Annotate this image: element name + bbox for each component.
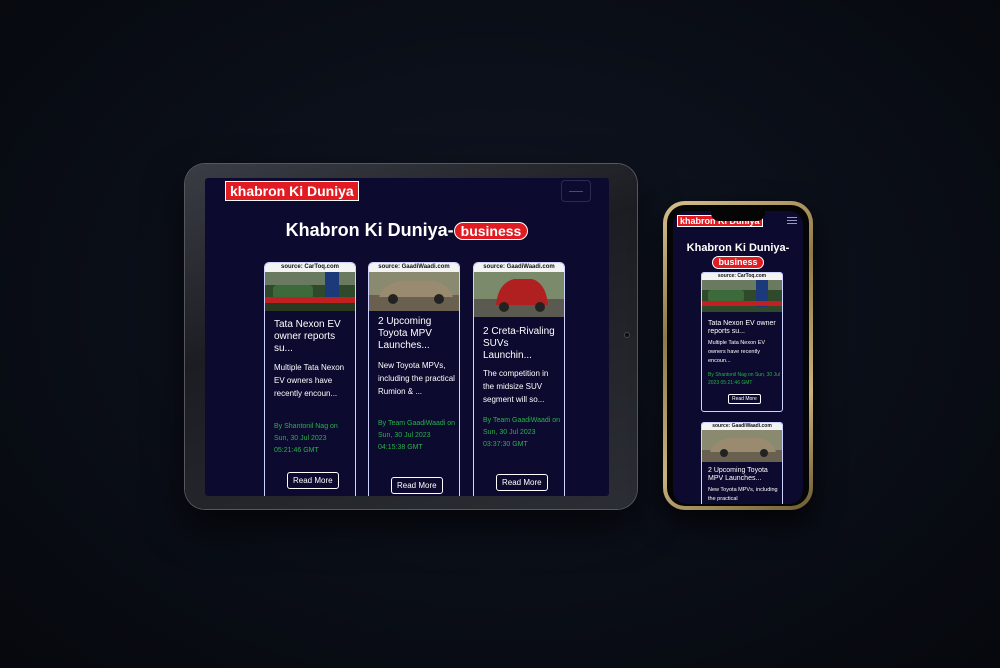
source-label: source: GaadiWaadi.com	[369, 263, 459, 272]
news-image	[369, 267, 459, 311]
card-description: New Toyota MPVs, including the practical	[708, 487, 778, 502]
news-card: source: GaadiWaadi.com 2 Upcoming Toyota…	[368, 262, 460, 496]
source-label: source: GaadiWaadi.com	[702, 423, 782, 430]
card-headline[interactable]: Tata Nexon EV owner reports su...	[708, 320, 779, 336]
site-logo[interactable]: khabron Ki Duniya	[225, 181, 359, 201]
news-image	[474, 267, 564, 317]
page-title: Khabron Ki Duniya-business	[205, 220, 609, 241]
news-card: source: GaadiWaadi.com 2 Upcoming Toyota…	[701, 422, 783, 504]
source-label: source: CarToq.com	[265, 263, 355, 272]
card-meta: By Team GaadiWaadi on Sun, 30 Jul 2023 0…	[483, 417, 561, 448]
tablet-screen: khabron Ki Duniya Khabron Ki Duniya-busi…	[205, 178, 609, 496]
news-card: source: CarToq.com Tata Nexon EV owner r…	[701, 272, 783, 412]
phone-bezel: khabron Ki Duniya Khabron Ki Duniya- bus…	[667, 205, 809, 506]
tablet-device: khabron Ki Duniya Khabron Ki Duniya-busi…	[185, 164, 637, 509]
camera-icon	[624, 332, 630, 338]
read-more-button[interactable]: Read More	[496, 474, 548, 491]
category-badge: business	[453, 222, 529, 241]
page-title-text: Khabron Ki Duniya-	[686, 242, 790, 254]
news-card: source: CarToq.com Tata Nexon EV owner r…	[264, 262, 356, 496]
read-more-button[interactable]: Read More	[391, 477, 443, 494]
news-cards: source: CarToq.com Tata Nexon EV owner r…	[264, 262, 565, 496]
card-headline[interactable]: 2 Creta-Rivaling SUVs Launchin...	[483, 326, 560, 362]
page-title-text: Khabron Ki Duniya-	[285, 220, 454, 240]
phone-screen: khabron Ki Duniya Khabron Ki Duniya- bus…	[673, 211, 803, 504]
news-card: source: GaadiWaadi.com 2 Creta-Rivaling …	[473, 262, 565, 496]
card-meta: By Team GaadiWaadi on Sun, 30 Jul 2023 0…	[378, 420, 456, 451]
phone-device: khabron Ki Duniya Khabron Ki Duniya- bus…	[663, 201, 813, 510]
card-meta: By Shantonil Nag on Sun, 30 Jul 2023 05:…	[708, 372, 780, 386]
read-more-button[interactable]: Read More	[287, 472, 339, 489]
card-description: New Toyota MPVs, including the practical…	[378, 361, 455, 396]
card-meta: By Shantonil Nag on Sun, 30 Jul 2023 05:…	[274, 423, 338, 454]
news-image	[265, 267, 355, 311]
card-headline[interactable]: 2 Upcoming Toyota MPV Launches...	[378, 316, 455, 352]
menu-icon[interactable]	[561, 180, 591, 202]
phone-notch	[711, 211, 765, 221]
news-image	[702, 276, 782, 312]
read-more-button[interactable]: Read More	[728, 394, 761, 404]
source-label: source: CarToq.com	[702, 273, 782, 280]
category-badge: business	[712, 256, 764, 269]
card-description: Multiple Tata Nexon EV owners have recen…	[708, 340, 766, 364]
card-headline[interactable]: Tata Nexon EV owner reports su...	[274, 319, 351, 355]
news-image	[702, 426, 782, 462]
page-title: Khabron Ki Duniya- business	[673, 241, 803, 269]
card-description: Multiple Tata Nexon EV owners have recen…	[274, 363, 345, 398]
card-headline[interactable]: 2 Upcoming Toyota MPV Launches...	[708, 467, 779, 483]
menu-icon[interactable]	[787, 217, 797, 224]
card-description: The competition in the midsize SUV segme…	[483, 369, 549, 404]
source-label: source: GaadiWaadi.com	[474, 263, 564, 272]
